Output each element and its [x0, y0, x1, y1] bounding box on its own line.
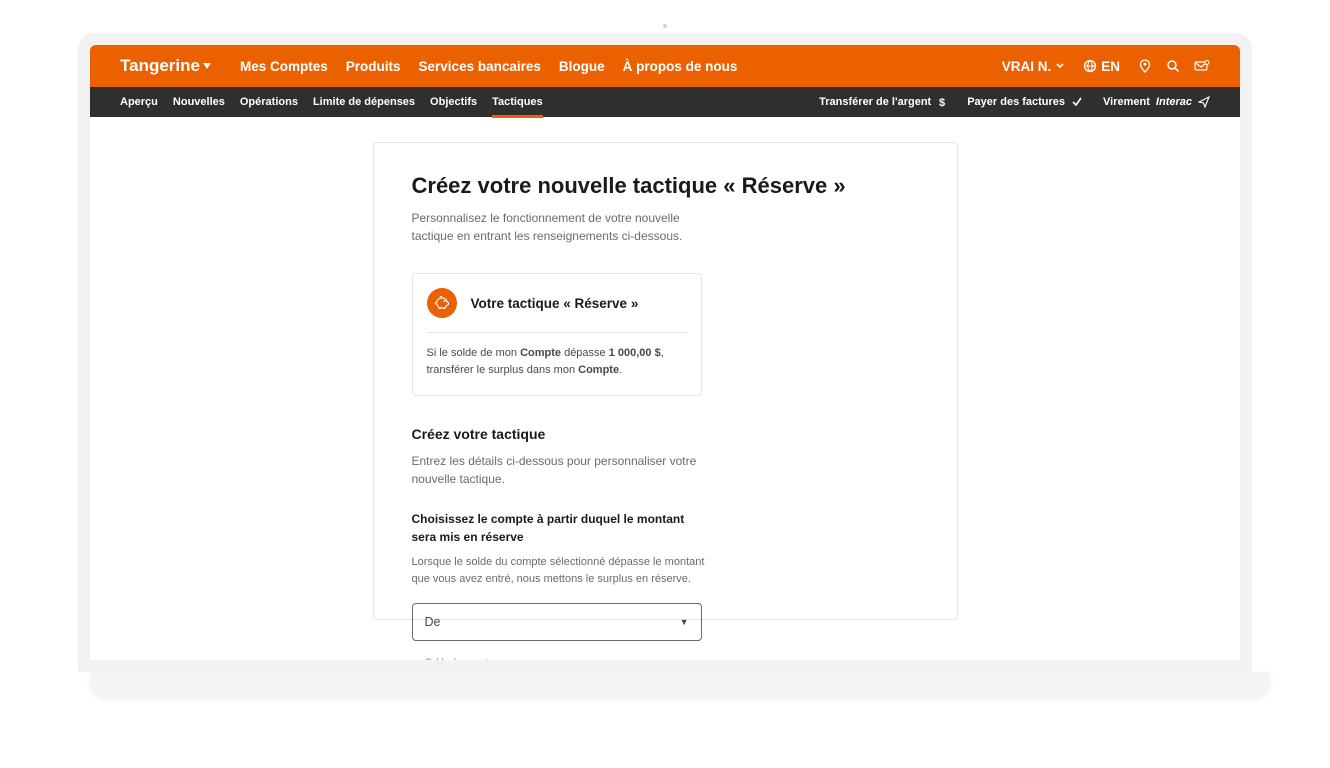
sub-nav-right: Transférer de l'argent $ Payer des factu… [819, 96, 1210, 108]
tactic-description: Si le solde de mon Compte dépasse 1 000,… [427, 333, 687, 379]
action-label: Transférer de l'argent [819, 96, 931, 108]
section-body: Entrez les détails ci-dessous pour perso… [412, 452, 712, 488]
tab-tactiques[interactable]: Tactiques [492, 87, 543, 117]
tab-objectifs[interactable]: Objectifs [430, 87, 477, 117]
language-switcher[interactable]: EN [1083, 59, 1120, 74]
svg-text:$: $ [939, 97, 945, 108]
select-value: De [425, 615, 441, 629]
logo[interactable]: Tangerine [120, 56, 212, 76]
nav-produits[interactable]: Produits [346, 59, 401, 74]
action-paybills[interactable]: Payer des factures [967, 96, 1083, 108]
laptop-base [90, 672, 1270, 698]
logo-text: Tangerine [120, 56, 200, 76]
laptop-frame: Tangerine Mes Comptes Produits Services … [0, 0, 1330, 768]
main-nav: Mes Comptes Produits Services bancaires … [240, 59, 737, 74]
tab-operations[interactable]: Opérations [240, 87, 298, 117]
nav-apropos[interactable]: À propos de nous [623, 59, 738, 74]
tactic-title: Votre tactique « Réserve » [471, 296, 639, 311]
main-card: Créez votre nouvelle tactique « Réserve … [373, 142, 958, 620]
header-icons [1138, 59, 1210, 73]
section-title: Créez votre tactique [412, 426, 919, 442]
lang-label: EN [1101, 59, 1120, 74]
action-interac[interactable]: Virement Interac [1103, 96, 1210, 108]
from-account-help: Lorsque le solde du compte sélectionné d… [412, 554, 712, 587]
header-bar: Tangerine Mes Comptes Produits Services … [90, 45, 1240, 87]
tactic-summary-box: Votre tactique « Réserve » Si le solde d… [412, 273, 702, 396]
action-label-em: Interac [1156, 96, 1192, 108]
check-icon [1071, 96, 1083, 108]
action-transfer[interactable]: Transférer de l'argent $ [819, 96, 947, 108]
page-subtitle: Personnalisez le fonctionnement de votre… [412, 209, 712, 245]
user-name: VRAI N. [1002, 59, 1052, 74]
chevron-down-icon: ▼ [680, 617, 689, 627]
balance-label: Solde de compte [422, 657, 498, 660]
page-title: Créez votre nouvelle tactique « Réserve … [412, 173, 919, 199]
action-label-pre: Virement [1103, 96, 1150, 108]
header-right: VRAI N. EN [1002, 59, 1210, 74]
screen: Tangerine Mes Comptes Produits Services … [90, 45, 1240, 660]
nav-blogue[interactable]: Blogue [559, 59, 605, 74]
logo-arrow-icon [202, 61, 212, 71]
action-label: Payer des factures [967, 96, 1065, 108]
from-account-label: Choisissez le compte à partir duquel le … [412, 510, 712, 546]
mail-icon[interactable] [1194, 59, 1210, 73]
tactic-header: Votre tactique « Réserve » [427, 288, 687, 333]
location-icon[interactable] [1138, 59, 1152, 73]
nav-services[interactable]: Services bancaires [419, 59, 541, 74]
tab-nouvelles[interactable]: Nouvelles [173, 87, 225, 117]
tab-apercu[interactable]: Aperçu [120, 87, 158, 117]
search-icon[interactable] [1166, 59, 1180, 73]
nav-mes-comptes[interactable]: Mes Comptes [240, 59, 328, 74]
send-icon [1198, 96, 1210, 108]
user-menu[interactable]: VRAI N. [1002, 59, 1066, 74]
from-account-select[interactable]: De ▼ [412, 603, 702, 641]
piggy-bank-icon [427, 288, 457, 318]
content-area: Créez votre nouvelle tactique « Réserve … [90, 117, 1240, 660]
globe-icon [1083, 59, 1097, 73]
tab-limite[interactable]: Limite de dépenses [313, 87, 415, 117]
dollar-icon: $ [937, 96, 947, 108]
chevron-down-icon [1055, 61, 1065, 71]
sub-nav: Aperçu Nouvelles Opérations Limite de dé… [90, 87, 1240, 117]
sub-nav-left: Aperçu Nouvelles Opérations Limite de dé… [120, 87, 543, 117]
